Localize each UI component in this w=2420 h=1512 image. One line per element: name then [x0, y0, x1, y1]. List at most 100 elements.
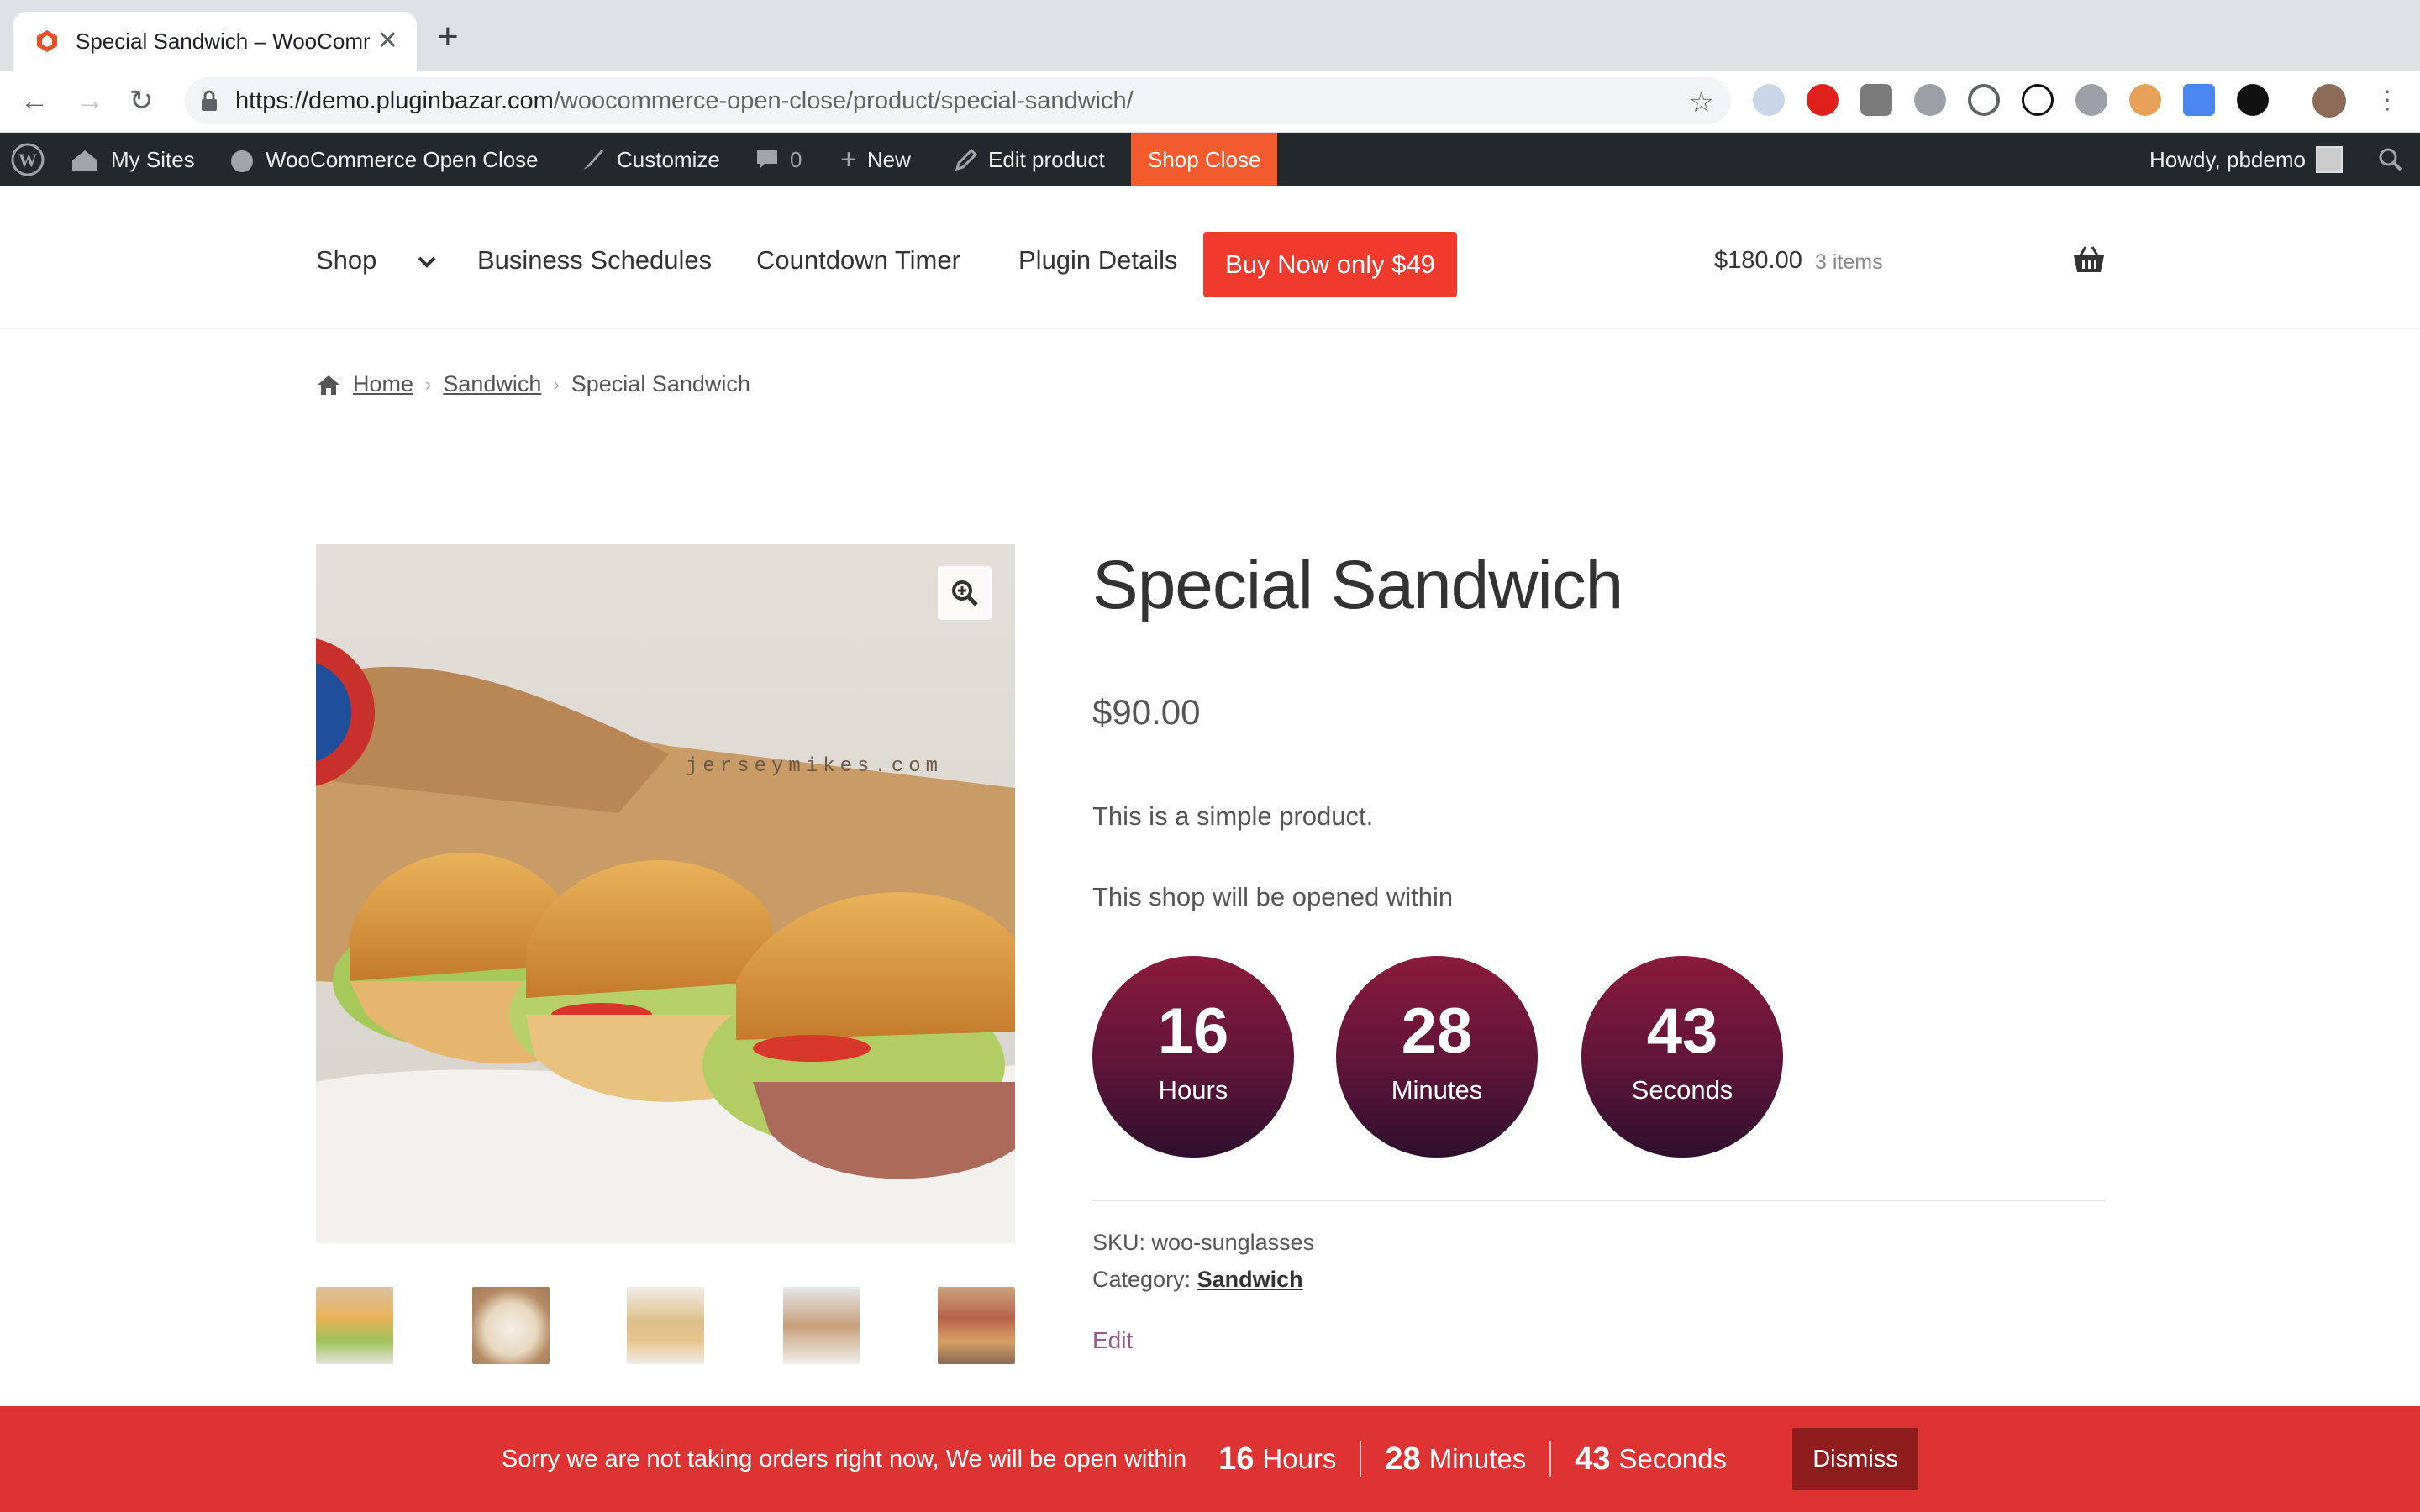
- countdown-hours: 16 Hours: [1092, 956, 1294, 1158]
- tab-close-icon[interactable]: ✕: [377, 29, 398, 54]
- wp-admin-bar: W My Sites WooCommerce Open Close Custom…: [0, 133, 2420, 186]
- notice-separator: [1549, 1441, 1552, 1477]
- wp-icon[interactable]: [2129, 84, 2161, 116]
- product-description: This is a simple product.: [1092, 801, 1374, 831]
- notice-minutes-value: 28: [1385, 1441, 1421, 1477]
- forward-icon[interactable]: →: [76, 86, 104, 116]
- admin-site-name-label: WooCommerce Open Close: [266, 146, 539, 172]
- countdown-label: This shop will be opened within: [1092, 882, 1454, 911]
- lock-icon: [202, 90, 217, 111]
- admin-howdy[interactable]: Howdy, pbdemo: [2149, 133, 2343, 186]
- notice-text: Sorry we are not taking orders right now…: [502, 1445, 1187, 1473]
- sandwich-photo: jerseymikes.com: [316, 544, 1015, 1243]
- notice-hours-value: 16: [1218, 1441, 1255, 1477]
- camera-icon[interactable]: [2237, 84, 2269, 116]
- admin-howdy-label: Howdy, pbdemo: [2149, 146, 2306, 172]
- admin-edit-product-label: Edit product: [988, 146, 1105, 172]
- sku-label: SKU:: [1092, 1230, 1146, 1255]
- product-thumbnail[interactable]: [783, 1287, 860, 1364]
- browser-toolbar: ← → ↻ https://demo.pluginbazar.com/wooco…: [0, 71, 2420, 133]
- notice-minutes-label: Minutes: [1428, 1443, 1527, 1474]
- nav-shop[interactable]: Shop: [316, 245, 436, 276]
- store-notice: Sorry we are not taking orders right now…: [0, 1406, 2420, 1512]
- account-icon[interactable]: [1753, 84, 1785, 116]
- product-thumbnail[interactable]: [627, 1287, 704, 1364]
- adblock-icon[interactable]: [1807, 84, 1839, 116]
- pencil-icon: [955, 148, 978, 171]
- basket-icon[interactable]: [2072, 245, 2106, 274]
- comment-icon: [757, 150, 777, 169]
- admin-comments-count: 0: [790, 146, 802, 172]
- brush-icon: [583, 150, 603, 170]
- category-label: Category:: [1092, 1267, 1192, 1292]
- product-price: $90.00: [1092, 692, 1201, 732]
- d-icon[interactable]: [2022, 84, 2054, 116]
- admin-my-sites[interactable]: My Sites: [69, 133, 195, 186]
- url-text: https://demo.pluginbazar.com/woocommerce…: [235, 87, 1134, 114]
- dismiss-button[interactable]: Dismiss: [1791, 1428, 1918, 1490]
- back-icon[interactable]: ←: [20, 86, 49, 116]
- admin-customize-label: Customize: [617, 146, 720, 172]
- admin-search-icon[interactable]: [2378, 133, 2403, 186]
- v-icon[interactable]: [1914, 84, 1946, 116]
- menu-kebab-icon[interactable]: ⋮: [2375, 86, 2400, 116]
- at-icon[interactable]: [1968, 84, 2000, 116]
- countdown-seconds: 43 Seconds: [1581, 956, 1783, 1158]
- admin-new[interactable]: + New: [840, 133, 911, 186]
- bookmark-star-icon[interactable]: ☆: [1689, 86, 1714, 119]
- browser-tab[interactable]: Special Sandwich – WooComm ✕: [13, 12, 417, 71]
- countdown-seconds-label: Seconds: [1631, 1075, 1733, 1105]
- plus-icon: +: [840, 143, 857, 176]
- countdown-minutes-value: 28: [1401, 995, 1473, 1067]
- tab-title: Special Sandwich – WooComm: [76, 28, 370, 54]
- cart-total[interactable]: $180.00: [1714, 247, 1802, 275]
- breadcrumb-home[interactable]: Home: [353, 371, 413, 397]
- admin-my-sites-label: My Sites: [111, 146, 195, 172]
- edit-link[interactable]: Edit: [1092, 1327, 1133, 1354]
- admin-comments[interactable]: 0: [755, 133, 802, 186]
- product-category: Category: Sandwich: [1092, 1267, 1303, 1293]
- zoom-icon[interactable]: [938, 566, 992, 620]
- notice-seconds-label: Seconds: [1618, 1443, 1727, 1474]
- nav-countdown-timer[interactable]: Countdown Timer: [756, 245, 960, 276]
- product-main-image[interactable]: jerseymikes.com: [316, 544, 1015, 1243]
- breadcrumb-category[interactable]: Sandwich: [443, 371, 541, 397]
- nav-shop-label: Shop: [316, 245, 377, 275]
- breadcrumb-separator-icon: ›: [553, 373, 560, 395]
- site-header: Shop Business Schedules Countdown Timer …: [0, 186, 2420, 329]
- product-sku: SKU: woo-sunglasses: [1092, 1230, 1314, 1256]
- breadcrumb-current: Special Sandwich: [571, 371, 750, 396]
- watermark-text: jerseymikes.com: [686, 755, 943, 778]
- breadcrumb: Home › Sandwich › Special Sandwich: [316, 371, 750, 397]
- svg-text:W: W: [18, 150, 37, 171]
- product-thumbnail[interactable]: [472, 1287, 550, 1364]
- admin-customize[interactable]: Customize: [580, 133, 720, 186]
- translate-icon[interactable]: [2183, 84, 2215, 116]
- category-link[interactable]: Sandwich: [1197, 1267, 1303, 1292]
- nav-plugin-details[interactable]: Plugin Details: [1018, 245, 1178, 276]
- nav-business-schedules[interactable]: Business Schedules: [477, 245, 712, 276]
- product-thumbnail[interactable]: [316, 1287, 393, 1364]
- cart-count[interactable]: 3 items: [1815, 250, 1883, 275]
- home-icon: [318, 375, 339, 395]
- notice-hours-label: Hours: [1262, 1443, 1337, 1474]
- admin-site-name[interactable]: WooCommerce Open Close: [229, 133, 539, 186]
- shield-icon[interactable]: [1860, 84, 1892, 116]
- admin-new-label: New: [866, 146, 911, 172]
- product-thumbnail[interactable]: [938, 1287, 1015, 1364]
- new-tab-icon[interactable]: +: [437, 18, 459, 55]
- address-bar[interactable]: https://demo.pluginbazar.com/woocommerce…: [185, 77, 1731, 124]
- admin-shop-close[interactable]: Shop Close: [1131, 133, 1278, 186]
- chevron-down-icon: [418, 256, 436, 268]
- admin-edit-product[interactable]: Edit product: [955, 133, 1105, 186]
- admin-shop-close-label: Shop Close: [1148, 146, 1261, 172]
- dashboard-icon: [231, 150, 253, 172]
- refresh-icon[interactable]: [2075, 84, 2107, 116]
- buy-now-button[interactable]: Buy Now only $49: [1203, 232, 1457, 297]
- countdown-hours-value: 16: [1157, 995, 1229, 1067]
- reload-icon[interactable]: ↻: [129, 86, 154, 116]
- profile-avatar[interactable]: [2312, 84, 2346, 118]
- home-sites-icon: [72, 150, 97, 171]
- browser-tab-strip: Special Sandwich – WooComm ✕ +: [0, 0, 2420, 71]
- wordpress-logo-icon[interactable]: W: [10, 133, 45, 186]
